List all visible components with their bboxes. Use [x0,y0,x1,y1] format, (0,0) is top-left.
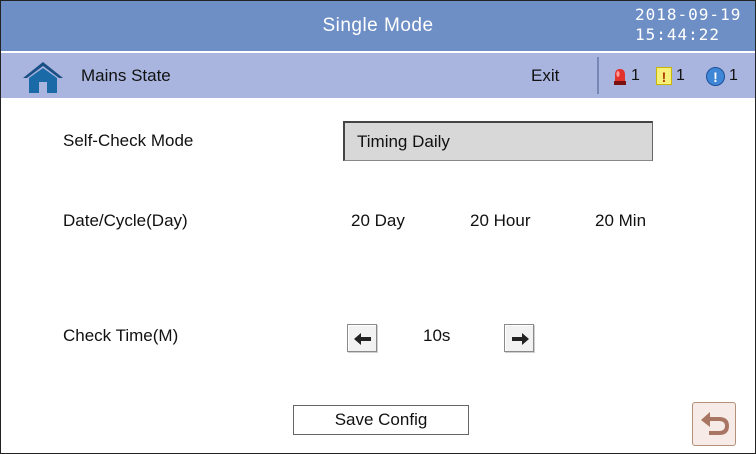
decrease-button[interactable] [347,324,377,352]
blue-info-indicator[interactable]: ! 1 [706,66,738,86]
self-check-mode-label: Self-Check Mode [63,131,194,150]
title-bar: Single Mode 2018-09-19 15:44:22 [1,1,755,51]
red-alarm-count: 1 [631,67,640,84]
blue-info-count: 1 [729,67,738,84]
self-check-mode-select[interactable]: Timing Daily [343,121,653,161]
arrow-left-icon [354,333,371,345]
status-divider [597,57,599,94]
red-alarm-indicator[interactable]: 1 [613,66,640,86]
arrow-right-icon [512,333,529,345]
yellow-warning-indicator[interactable]: ! 1 [656,66,685,86]
date-text: 2018-09-19 [635,5,742,24]
save-config-button[interactable]: Save Config [293,405,469,435]
time-text: 15:44:22 [635,25,721,44]
increase-button[interactable] [504,324,534,352]
home-icon[interactable] [21,60,65,94]
yellow-warning-icon: ! [656,67,672,85]
yellow-warning-count: 1 [676,67,685,84]
day-value[interactable]: 20 Day [351,211,405,231]
back-button[interactable] [692,402,736,446]
screen-frame: Single Mode 2018-09-19 15:44:22 Mains St… [0,0,756,454]
check-time-label: Check Time(M) [63,326,179,345]
min-value[interactable]: 20 Min [595,211,646,231]
mains-state-label: Mains State [81,66,171,85]
check-time-value: 10s [423,326,451,345]
status-bar: Mains State Exit 1 ! 1 ! 1 [1,53,755,98]
exit-button[interactable]: Exit [531,53,559,98]
date-cycle-label: Date/Cycle(Day) [63,211,188,230]
back-icon [701,412,729,435]
blue-info-icon: ! [706,66,725,86]
red-alarm-icon [614,69,626,85]
datetime-display: 2018-09-19 15:44:22 [635,5,741,45]
hour-value[interactable]: 20 Hour [470,211,530,231]
